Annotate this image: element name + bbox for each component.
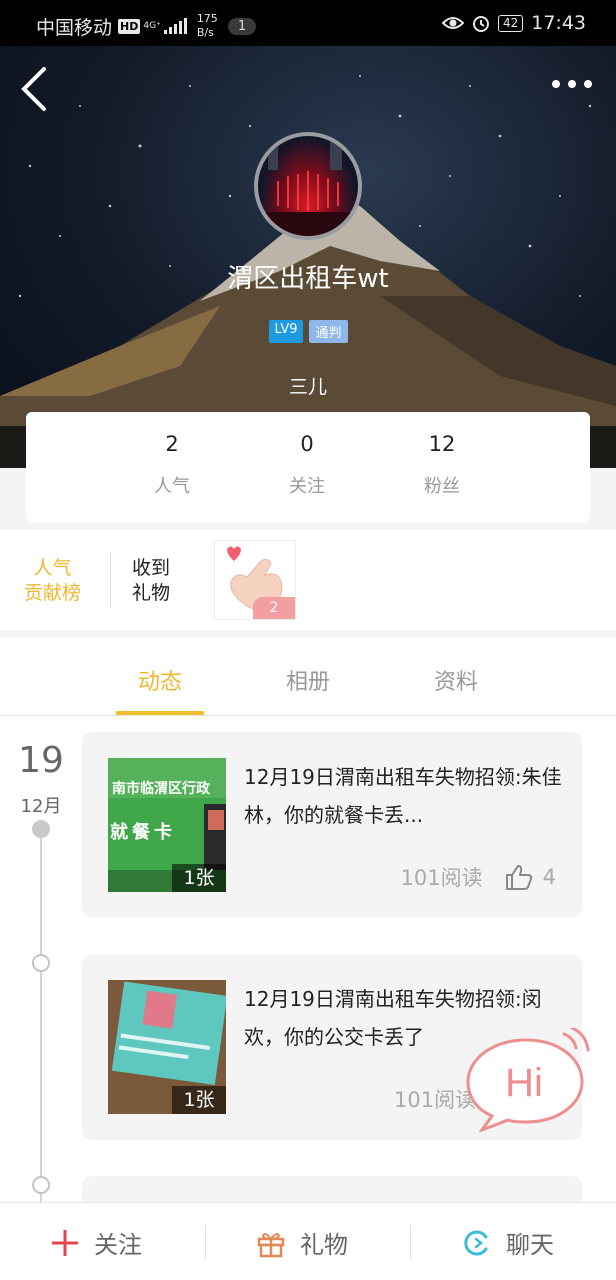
eye-icon [441,17,464,29]
post-thumbnail[interactable]: 1张 [108,980,226,1114]
divider [410,1225,411,1259]
post-title: 12月19日渭南出租车失物招领:朱佳林，你的就餐卡丢... [244,765,562,827]
speed-value: 175 [196,12,218,25]
back-button[interactable] [18,66,58,112]
divider [110,552,111,608]
gift-count-badge: 2 [253,597,295,619]
gift-button[interactable]: 礼物 [256,1225,348,1260]
thumbs-up-icon[interactable] [505,864,533,890]
network-speed: 175 B/s [197,12,218,40]
gift-icon [257,1232,285,1257]
chat-icon [464,1230,488,1255]
timeline-dot [32,820,50,838]
gift-label: 礼物 [300,1231,348,1259]
follow-label: 关注 [94,1231,142,1259]
avatar-image [258,142,358,236]
post-thumbnail[interactable]: 南市临渭区行政 就餐卡 1张 [108,758,226,892]
signal-icon [163,18,187,34]
read-count: 101阅读 [400,866,483,890]
plus-icon [52,1229,78,1256]
mountain-starry-background [0,75,616,468]
stats-card: 2 人气 0 关注 12 粉丝 [26,412,590,522]
image-count: 1张 [172,1086,226,1114]
divider [205,1225,206,1259]
bottom-action-bar: 关注 礼物 聊天 [0,1202,616,1280]
received-gifts-label: 收到 礼物 [132,556,170,606]
chat-button[interactable]: 聊天 [462,1225,554,1260]
hi-greeting-sticker[interactable]: Hi [464,1028,592,1132]
timeline-dot [32,1176,50,1194]
like-count: 4 [542,865,556,889]
alarm-icon [472,16,489,32]
chat-label: 聊天 [506,1231,554,1259]
follow-button[interactable]: 关注 [50,1225,142,1260]
stat-value: 0 [300,432,314,456]
more-dot [584,80,592,88]
user-badges: LV9 通判 [0,320,616,343]
received-line2: 礼物 [132,582,171,604]
hd-icon: HD [118,18,141,34]
timeline-line [40,828,42,1206]
stat-label: 粉丝 [424,476,460,497]
user-signature: 三儿 [288,376,327,398]
tab-album[interactable]: 相册 [258,664,358,696]
notification-count: 1 [227,17,257,35]
speed-unit: B/s [196,26,214,39]
received-line1: 收到 [132,557,171,579]
popularity-contribution-link[interactable]: 人气 贡献榜 [24,556,81,606]
carrier-label: 中国移动 [36,16,113,39]
contrib-line2: 贡献榜 [24,582,82,604]
username: 渭区出租车wt [227,264,389,294]
more-dot [568,80,576,88]
stat-label: 关注 [289,476,325,497]
stat-fans[interactable]: 12 粉丝 [382,432,502,498]
image-count: 1张 [172,864,226,892]
gift-row: 人气 贡献榜 收到 礼物 2 [0,530,616,630]
more-options-button[interactable] [552,80,594,94]
role-badge: 通判 [309,320,348,343]
post-card[interactable]: 南市临渭区行政 就餐卡 1张 12月19日渭南出租车失物招领:朱佳林，你的就餐卡… [82,732,582,918]
profile-header: 渭区出租车wt LV9 通判 三儿 [0,46,616,468]
tab-feed[interactable]: 动态 [110,664,210,696]
more-dot [552,80,560,88]
timeline-dot [32,954,50,972]
timeline-day: 19 [18,740,64,781]
profile-tabs: 动态 相册 资料 [0,638,616,716]
contrib-line1: 人气 [33,557,72,579]
active-tab-indicator [116,711,204,715]
sticker-text: Hi [505,1061,543,1105]
thumb-caption-2: 就餐卡 [110,822,176,843]
timeline-month: 12月 [20,796,62,817]
status-bar: 中国移动 HD 4G⁺ 175 B/s 1 42 17:43 [0,0,616,46]
post-meta: 101阅读 4 [401,862,556,892]
avatar[interactable] [254,132,362,240]
level-badge: LV9 [268,320,304,343]
profile-page: 中国移动 HD 4G⁺ 175 B/s 1 42 17:43 渭区出租车wt L… [0,0,616,1280]
battery-icon: 42 [497,14,524,32]
stat-popularity[interactable]: 2 人气 [112,432,232,498]
stat-value: 12 [428,432,456,456]
thumb-caption-1: 南市临渭区行政 [112,781,210,797]
tab-info[interactable]: 资料 [406,664,506,696]
stat-following[interactable]: 0 关注 [247,432,367,498]
gift-item[interactable]: 2 [214,540,296,620]
stat-label: 人气 [154,476,190,497]
feed-list: 19 12月 南市临渭区行政 就餐卡 1张 12月19日渭南出租车失物招领:朱佳… [0,716,616,1206]
network-type: 4G⁺ [143,20,161,31]
clock: 17:43 [531,12,586,34]
stat-value: 2 [165,432,179,456]
